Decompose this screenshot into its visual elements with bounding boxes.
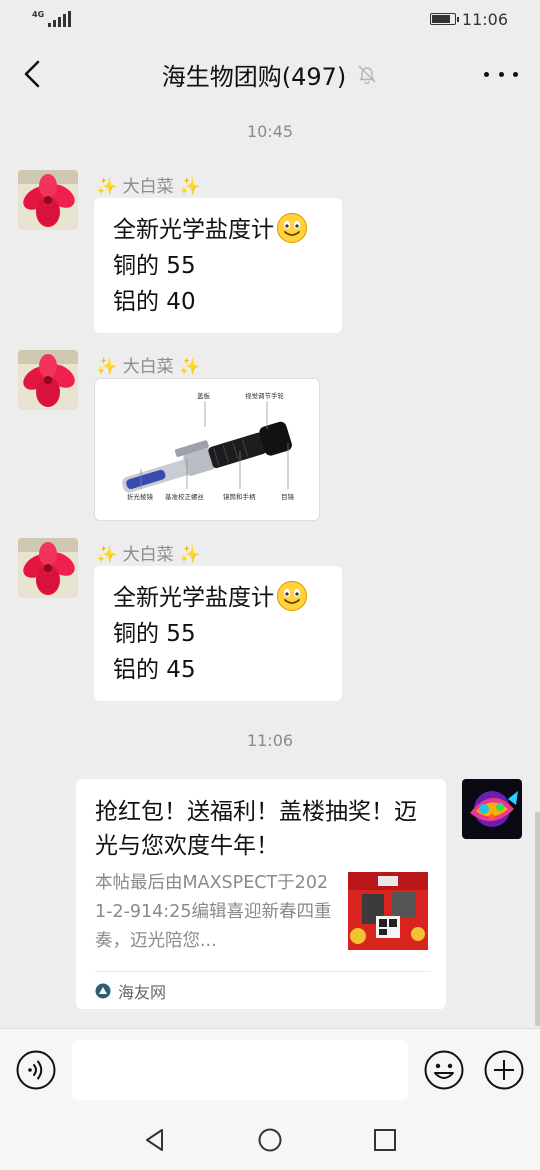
- chevron-left-icon: [24, 60, 40, 88]
- circle-home-icon: [258, 1128, 282, 1152]
- message-line: 铜的 55: [113, 621, 196, 647]
- status-time: 11:06: [461, 9, 508, 29]
- system-back-button[interactable]: [142, 1127, 168, 1153]
- timestamp: 10:45: [246, 122, 294, 141]
- link-thumbnail: [348, 872, 428, 950]
- avatar[interactable]: [18, 350, 78, 410]
- message-input[interactable]: [72, 1040, 408, 1100]
- image-label: 盖板: [197, 391, 211, 400]
- voice-icon: [16, 1050, 56, 1090]
- sender-name: ✨ 大白菜 ✨: [96, 545, 201, 565]
- image-label: 目镜: [281, 492, 295, 501]
- message-line: 全新光学盐度计: [113, 585, 274, 611]
- message-line: 铝的 40: [113, 289, 196, 315]
- battery-icon: [429, 13, 459, 25]
- emoji-button[interactable]: [424, 1050, 464, 1090]
- chat-header: 海生物团购(497): [0, 38, 540, 110]
- image-label: 基准校正螺丝: [165, 492, 205, 501]
- message-line: 铜的 55: [113, 253, 196, 279]
- smile-emoji-icon: [276, 580, 308, 612]
- text-message-bubble[interactable]: 全新光学盐度计 铜的 55 铝的 40: [94, 198, 342, 333]
- image-label: 折光棱镜: [127, 492, 154, 501]
- triangle-back-icon: [146, 1129, 163, 1151]
- sender-name: ✨ 大白菜 ✨: [96, 177, 201, 197]
- scrollbar[interactable]: [535, 812, 540, 1026]
- signal-icon: 4G: [32, 10, 72, 27]
- status-bar: 4G 11:06: [0, 0, 540, 38]
- more-functions-button[interactable]: [484, 1050, 524, 1090]
- message-line: 铝的 45: [113, 657, 196, 683]
- self-avatar[interactable]: [462, 779, 522, 839]
- input-bar: [0, 1028, 540, 1110]
- system-recent-button[interactable]: [372, 1127, 398, 1153]
- source-logo-icon: [95, 983, 111, 999]
- link-card-message[interactable]: 抢红包！送福利！盖楼抽奖！迈光与您欢度牛年！ 本帖最后由MAXSPECT于202…: [76, 779, 446, 1009]
- more-button[interactable]: [484, 62, 518, 86]
- smile-emoji-icon: [276, 212, 308, 244]
- image-message[interactable]: 盖板 视觉调节手轮 折光棱镜 基准校正螺丝 镜筒和手柄 目镜: [94, 378, 320, 521]
- back-button[interactable]: [14, 54, 50, 94]
- emoji-icon: [424, 1050, 464, 1090]
- text-message-bubble[interactable]: 全新光学盐度计 铜的 55 铝的 45: [94, 566, 342, 701]
- timestamp: 11:06: [246, 731, 294, 750]
- plus-circle-icon: [484, 1050, 524, 1090]
- network-type: 4G: [32, 10, 45, 19]
- system-home-button[interactable]: [257, 1127, 283, 1153]
- image-label: 视觉调节手轮: [245, 391, 285, 400]
- sender-name: ✨ 大白菜 ✨: [96, 357, 201, 377]
- more-dots-icon: [484, 71, 489, 77]
- system-navigation-bar: [0, 1110, 540, 1170]
- link-source: 海友网: [95, 978, 166, 1004]
- avatar[interactable]: [18, 170, 78, 230]
- source-name: 海友网: [118, 983, 167, 1002]
- message-line: 全新光学盐度计: [113, 217, 274, 243]
- voice-button[interactable]: [16, 1050, 56, 1090]
- link-title: 抢红包！送福利！盖楼抽奖！迈光与您欢度牛年！: [95, 799, 417, 859]
- chat-title[interactable]: 海生物团购(497): [162, 57, 347, 92]
- link-description: 本帖最后由MAXSPECT于2021-2-914:25编辑喜迎新春四重奏，迈光陪…: [95, 873, 332, 951]
- avatar[interactable]: [18, 538, 78, 598]
- image-label: 镜筒和手柄: [223, 492, 256, 501]
- square-recent-icon: [374, 1129, 396, 1151]
- bell-off-icon: [358, 65, 376, 85]
- divider: [95, 971, 431, 972]
